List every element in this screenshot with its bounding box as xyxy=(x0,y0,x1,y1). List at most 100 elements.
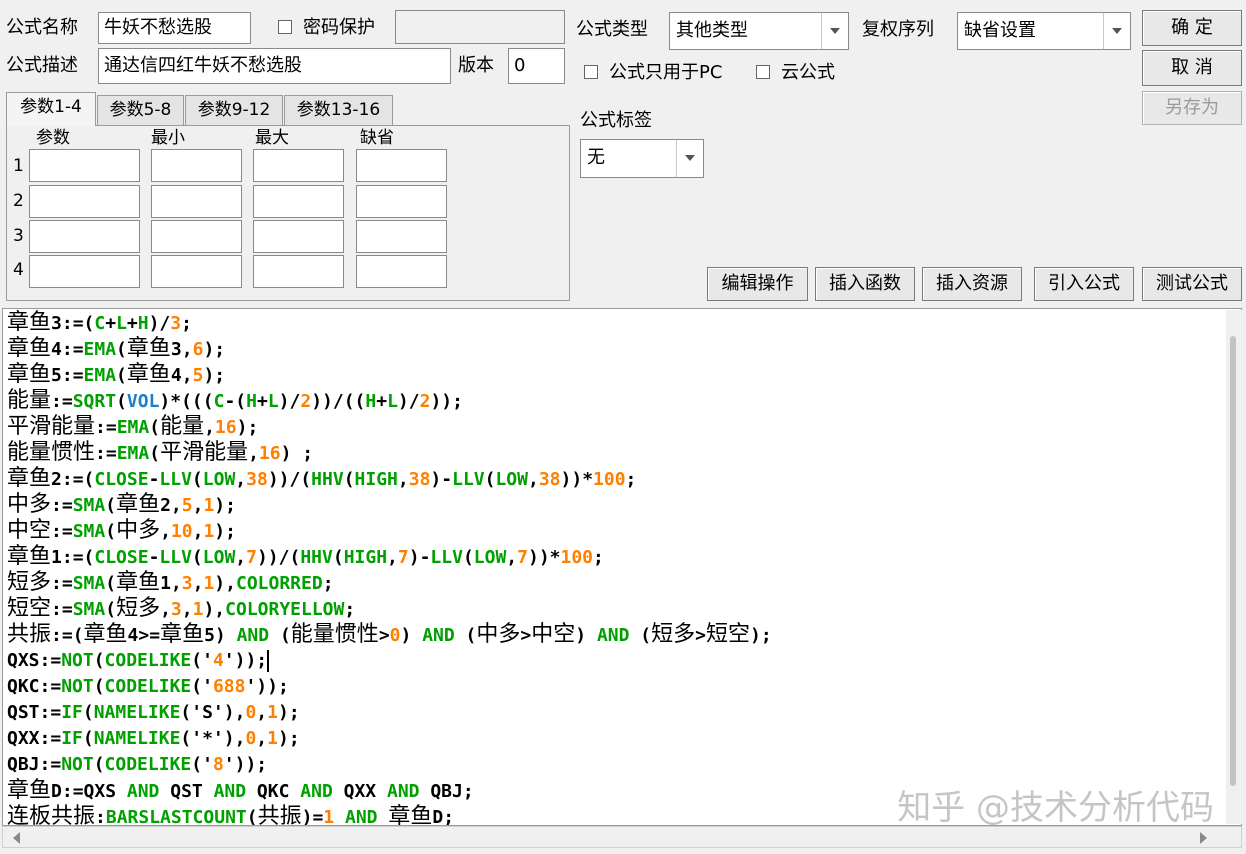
code-line[interactable]: 连板共振:BARSLASTCOUNT(共振)=1 AND 章鱼D; xyxy=(7,804,455,826)
code-token: D; xyxy=(432,807,455,826)
chevron-down-icon[interactable] xyxy=(676,140,703,177)
code-line[interactable]: QBJ:=NOT(CODELIKE('8')); xyxy=(7,752,267,778)
code-editor[interactable]: 章鱼3:=(C+L+H)/3; 章鱼4:=EMA(章鱼3,6); 章鱼5:=EMA(… xyxy=(2,308,1242,826)
code-line[interactable]: 平滑能量:=EMA(能量,16); xyxy=(7,414,258,440)
param-max-input[interactable] xyxy=(253,149,344,182)
code-token: ( xyxy=(149,417,161,438)
code-line[interactable]: 中多:=SMA(章鱼2,5,1); xyxy=(7,492,236,518)
code-token: ); xyxy=(750,625,772,646)
password-input[interactable] xyxy=(395,10,565,44)
formula-type-select[interactable]: 其他类型 xyxy=(669,12,849,50)
code-token: ); xyxy=(203,365,226,386)
code-line[interactable]: 章鱼5:=EMA(章鱼4,5); xyxy=(7,362,225,388)
tab-params-13-16[interactable]: 参数13-16 xyxy=(284,95,393,125)
formula-tag-select[interactable]: 无 xyxy=(580,139,704,178)
code-line[interactable]: 章鱼D:=QXS AND QST AND QKC AND QXX AND QBJ… xyxy=(7,778,474,804)
code-token: L xyxy=(387,391,398,412)
test-formula-button[interactable]: 测试公式 xyxy=(1142,267,1242,301)
cancel-button[interactable]: 取 消 xyxy=(1142,50,1242,86)
param-min-input[interactable] xyxy=(151,185,242,218)
param-name-input[interactable] xyxy=(29,149,140,182)
code-token: , xyxy=(387,547,398,568)
code-line[interactable]: QST:=IF(NAMELIKE('S'),0,1); xyxy=(7,700,300,726)
code-token: LLV xyxy=(430,547,463,568)
code-line[interactable]: 短空:=SMA(短多,3,1),COLORYELLOW; xyxy=(7,596,355,622)
code-token: L xyxy=(116,313,127,334)
version-input[interactable]: 0 xyxy=(508,48,565,84)
param-min-input[interactable] xyxy=(151,220,242,253)
code-token: := xyxy=(51,599,73,620)
scroll-thumb[interactable] xyxy=(1230,336,1236,786)
vertical-scrollbar[interactable] xyxy=(1226,310,1244,824)
chevron-down-icon[interactable] xyxy=(821,13,848,49)
code-token: 章鱼 xyxy=(7,310,52,335)
code-line[interactable]: QKC:=NOT(CODELIKE('688')); xyxy=(7,674,289,700)
code-token: 10 xyxy=(170,521,193,542)
param-name-input[interactable] xyxy=(29,255,140,288)
code-token: COLORYELLOW xyxy=(225,599,345,620)
code-line[interactable]: 能量:=SQRT(VOL)*(((C-(H+L)/2))/((H+L)/2)); xyxy=(7,388,463,414)
insert-function-button[interactable]: 插入函数 xyxy=(815,267,915,301)
param-default-input[interactable] xyxy=(356,220,447,253)
edit-ops-button[interactable]: 编辑操作 xyxy=(707,267,808,301)
tab-params-1-4[interactable]: 参数1-4 xyxy=(6,92,96,126)
tab-params-9-12[interactable]: 参数9-12 xyxy=(185,95,283,125)
formula-name-input[interactable]: 牛妖不愁选股 xyxy=(98,12,251,44)
code-line[interactable]: 章鱼4:=EMA(章鱼3,6); xyxy=(7,336,225,362)
param-default-input[interactable] xyxy=(356,255,447,288)
param-min-input[interactable] xyxy=(151,255,242,288)
code-line[interactable]: 章鱼3:=(C+L+H)/3; xyxy=(7,310,192,336)
horizontal-scrollbar[interactable] xyxy=(2,826,1242,848)
code-token: , xyxy=(192,573,204,594)
code-token: ( xyxy=(116,365,127,386)
pc-only-checkbox[interactable] xyxy=(584,65,598,79)
code-line[interactable]: 章鱼2:=(CLOSE-LLV(LOW,38))/(HHV(HIGH,38)-L… xyxy=(7,466,636,492)
save-as-button[interactable]: 另存为 xyxy=(1142,91,1242,125)
code-line[interactable]: 共振:=(章鱼4>=章鱼5) AND (能量惯性>0) AND (中多>中空) … xyxy=(7,622,772,648)
code-line[interactable]: QXS:=NOT(CODELIKE('4')); xyxy=(7,648,270,674)
code-token: := xyxy=(51,521,73,542)
code-token: 2 xyxy=(300,391,312,412)
param-max-input[interactable] xyxy=(253,255,344,288)
code-line[interactable]: 能量惯性:=EMA(平滑能量,16) ; xyxy=(7,440,313,466)
code-token: )= xyxy=(301,807,324,826)
code-line[interactable]: 短多:=SMA(章鱼1,3,1),COLORRED; xyxy=(7,570,334,596)
scroll-left-icon[interactable] xyxy=(13,832,20,844)
insert-resource-button[interactable]: 插入资源 xyxy=(922,267,1022,301)
param-max-input[interactable] xyxy=(253,185,344,218)
param-default-input[interactable] xyxy=(356,149,447,182)
code-token: ( xyxy=(343,469,355,490)
code-token: AND xyxy=(386,781,420,802)
param-min-input[interactable] xyxy=(151,149,242,182)
code-token: 0 xyxy=(245,702,257,723)
code-token: 章鱼 xyxy=(160,622,205,647)
import-formula-button[interactable]: 引入公式 xyxy=(1034,267,1134,301)
param-row-num: 2 xyxy=(13,191,24,211)
param-name-input[interactable] xyxy=(29,220,140,253)
code-token: LLV xyxy=(159,469,192,490)
code-token: QXX xyxy=(332,781,387,802)
cloud-checkbox[interactable] xyxy=(756,65,770,79)
password-checkbox[interactable] xyxy=(278,20,292,34)
code-token: , xyxy=(506,547,518,568)
code-token: , xyxy=(248,443,259,464)
code-line[interactable]: 章鱼1:=(CLOSE-LLV(LOW,7))/(HHV(HIGH,7)-LLV… xyxy=(7,544,604,570)
code-token: ; xyxy=(181,313,192,334)
chevron-down-icon[interactable] xyxy=(1103,13,1130,49)
code-token: - xyxy=(148,469,160,490)
formula-desc-input[interactable]: 通达信四红牛妖不愁选股 xyxy=(98,48,451,84)
code-token: ( xyxy=(454,625,477,646)
rights-select[interactable]: 缺省设置 xyxy=(957,12,1131,50)
code-line[interactable]: 中空:=SMA(中多,10,1); xyxy=(7,518,236,544)
param-max-input[interactable] xyxy=(253,220,344,253)
scroll-right-icon[interactable] xyxy=(1200,832,1207,844)
code-token: 能量 xyxy=(7,388,52,413)
code-token: ) ; xyxy=(280,443,314,464)
code-line[interactable]: QXX:=IF(NAMELIKE('*'),0,1); xyxy=(7,726,300,752)
code-token: , xyxy=(160,521,171,542)
param-default-input[interactable] xyxy=(356,185,447,218)
tab-params-5-8[interactable]: 参数5-8 xyxy=(97,95,184,125)
param-name-input[interactable] xyxy=(29,185,140,218)
code-token: 短多 xyxy=(116,596,161,621)
ok-button[interactable]: 确 定 xyxy=(1142,10,1242,46)
